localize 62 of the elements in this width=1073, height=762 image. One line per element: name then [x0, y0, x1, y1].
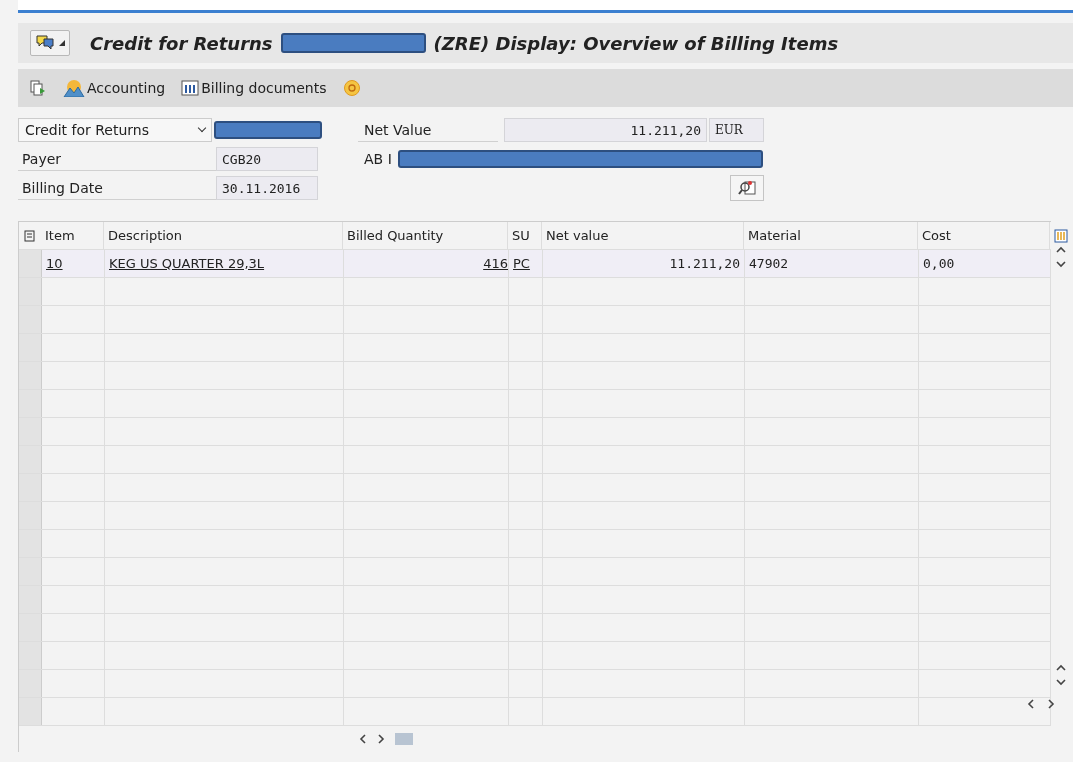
row-selector[interactable] — [19, 670, 42, 697]
document-type-dropdown[interactable]: Credit for Returns — [18, 118, 212, 142]
row-selector[interactable] — [19, 502, 42, 529]
row-selector[interactable] — [19, 390, 42, 417]
system-menu-button[interactable] — [30, 30, 70, 56]
table-cell: 0,00 — [923, 256, 955, 271]
table-settings-icon — [24, 229, 36, 242]
scroll-thumb[interactable] — [395, 733, 413, 745]
row-selector[interactable] — [19, 306, 42, 333]
row-selector[interactable] — [19, 418, 42, 445]
row-selector[interactable] — [19, 530, 42, 557]
description-link[interactable]: KEG US QUARTER 29,3L — [109, 256, 265, 271]
currency-field: EUR — [709, 118, 764, 142]
column-header[interactable]: Net value — [542, 222, 744, 249]
row-selector[interactable] — [19, 362, 42, 389]
field-label: Net Value — [358, 118, 498, 142]
column-header[interactable]: Material — [744, 222, 918, 249]
row-selector[interactable] — [19, 278, 42, 305]
column-header[interactable]: Billed Quantity — [343, 222, 508, 249]
scroll-down-icon[interactable] — [1056, 260, 1066, 268]
scroll-up-icon[interactable] — [1056, 664, 1066, 672]
coin-icon — [342, 79, 361, 97]
billing-date-field: 30.11.2016 — [216, 176, 318, 200]
speech-bubble-icon — [35, 34, 55, 52]
details-button[interactable] — [730, 175, 764, 201]
table-cell: 11.211,20 — [669, 256, 740, 271]
billing-documents-button[interactable]: Billing documents — [178, 77, 330, 99]
columns-icon — [181, 79, 200, 97]
column-header[interactable]: Cost — [918, 222, 1050, 249]
quantity-link[interactable]: 416 — [483, 256, 508, 271]
column-header[interactable]: Item — [41, 222, 104, 249]
row-selector[interactable] — [19, 334, 42, 361]
row-selector[interactable] — [19, 558, 42, 585]
item-link[interactable]: 10 — [46, 256, 63, 271]
window-title: (ZRE) Display: Overview of Billing Items — [433, 32, 839, 54]
row-selector[interactable] — [19, 250, 42, 277]
accounting-button[interactable]: Accounting — [60, 77, 169, 99]
payer-field: CGB20 — [216, 147, 318, 171]
row-selector[interactable] — [19, 642, 42, 669]
row-selector[interactable] — [19, 614, 42, 641]
row-selector[interactable] — [19, 474, 42, 501]
table-cell: 47902 — [749, 256, 789, 271]
caret-icon — [59, 40, 65, 46]
scroll-down-icon[interactable] — [1056, 678, 1066, 686]
unit-link[interactable]: PC — [513, 256, 530, 271]
net-value-field: 11.211,20 — [504, 118, 707, 142]
mountain-sun-icon — [63, 79, 85, 97]
row-selector[interactable] — [19, 698, 42, 725]
scroll-right-icon[interactable] — [1047, 699, 1055, 709]
window-title: Credit for Returns — [90, 32, 273, 54]
column-header[interactable]: SU — [508, 222, 542, 249]
row-selector[interactable] — [19, 446, 42, 473]
table-row[interactable]: 10 KEG US QUARTER 29,3L 416 PC 11.211,20 47902 0,00 — [19, 250, 1051, 278]
magnifier-icon — [738, 180, 756, 196]
column-header[interactable]: Description — [104, 222, 343, 249]
scroll-left-icon[interactable] — [359, 734, 367, 744]
document-arrow-icon — [29, 79, 47, 97]
scroll-right-icon[interactable] — [377, 734, 385, 744]
scroll-left-icon[interactable] — [1027, 699, 1035, 709]
row-selector[interactable] — [19, 586, 42, 613]
scroll-up-icon[interactable] — [1056, 246, 1066, 254]
field-label: AB I — [363, 150, 393, 169]
